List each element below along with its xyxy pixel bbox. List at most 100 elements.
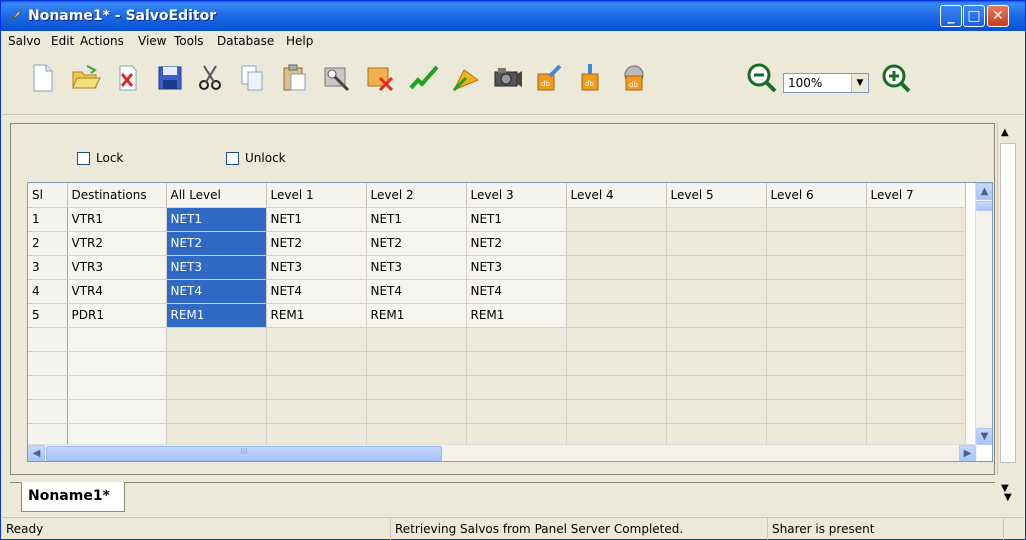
arrow-play-icon[interactable]: [448, 61, 484, 95]
table-row[interactable]: 1 VTR1 NET1 NET1 NET1 NET1: [28, 207, 966, 232]
grid-cell[interactable]: NET1: [366, 207, 467, 232]
row-number-cell[interactable]: 1: [28, 207, 68, 232]
column-header[interactable]: Level 1: [266, 183, 367, 208]
grid-cell[interactable]: [166, 375, 267, 400]
grid-cell[interactable]: [366, 375, 467, 400]
grid-cell[interactable]: REM1: [366, 303, 467, 328]
grid-cell[interactable]: [666, 327, 767, 352]
grid-cell[interactable]: [566, 207, 667, 232]
grid-cell[interactable]: NET3: [466, 255, 567, 280]
grid-cell[interactable]: [466, 327, 567, 352]
maximize-button[interactable]: □: [963, 5, 985, 27]
grid-cell[interactable]: VTR1: [67, 207, 167, 232]
grid-cell[interactable]: [366, 399, 467, 424]
paste-icon[interactable]: [276, 61, 312, 95]
copy-icon[interactable]: [234, 61, 270, 95]
grid-cell[interactable]: [566, 303, 667, 328]
grid-cell[interactable]: [866, 207, 966, 232]
grid-cell[interactable]: [266, 375, 367, 400]
grid-cell[interactable]: [766, 327, 867, 352]
zoom-in-icon[interactable]: [878, 61, 914, 95]
menu-salvo[interactable]: Salvo: [8, 34, 41, 48]
grid-cell[interactable]: [566, 231, 667, 256]
table-row[interactable]: [28, 327, 966, 352]
grid-cell[interactable]: NET2: [166, 231, 267, 256]
column-header[interactable]: Sl: [28, 183, 68, 208]
row-number-cell[interactable]: [28, 327, 68, 352]
grid-cell[interactable]: [566, 255, 667, 280]
grid-horizontal-scrollbar[interactable]: ◀ III ▶: [28, 444, 977, 461]
grid-cell[interactable]: [566, 327, 667, 352]
zoom-out-icon[interactable]: [744, 61, 780, 95]
panel-tool-icon[interactable]: [318, 61, 354, 95]
row-number-cell[interactable]: [28, 399, 68, 424]
table-row[interactable]: [28, 351, 966, 376]
minimize-button[interactable]: _: [940, 5, 962, 27]
scroll-left-icon[interactable]: ◀: [28, 445, 45, 461]
grid-cell[interactable]: NET4: [366, 279, 467, 304]
grid-cell[interactable]: [266, 399, 367, 424]
column-header[interactable]: Level 2: [366, 183, 467, 208]
db-import-icon[interactable]: db: [574, 61, 610, 95]
grid-cell[interactable]: [366, 351, 467, 376]
grid-cell[interactable]: [566, 279, 667, 304]
column-header[interactable]: Destinations: [67, 183, 167, 208]
grid-cell[interactable]: PDR1: [67, 303, 167, 328]
grid-cell[interactable]: [766, 207, 867, 232]
menu-database[interactable]: Database: [217, 34, 274, 48]
save-disk-icon[interactable]: [152, 61, 188, 95]
grid-cell[interactable]: [466, 375, 567, 400]
lock-checkbox[interactable]: Lock: [77, 151, 123, 165]
grid-cell[interactable]: REM1: [466, 303, 567, 328]
grid-cell[interactable]: REM1: [166, 303, 267, 328]
grid-cell[interactable]: [766, 303, 867, 328]
delete-panel-icon[interactable]: [362, 61, 398, 95]
menu-actions[interactable]: Actions: [80, 34, 124, 48]
new-file-icon[interactable]: [24, 61, 60, 95]
row-number-cell[interactable]: [28, 375, 68, 400]
grid-vertical-scrollbar[interactable]: ▲ ▼: [975, 183, 992, 445]
db-settings-icon[interactable]: db: [616, 61, 652, 95]
grid-cell[interactable]: VTR4: [67, 279, 167, 304]
row-number-cell[interactable]: 3: [28, 255, 68, 280]
grid-cell[interactable]: NET4: [466, 279, 567, 304]
outer-scroll-up-icon[interactable]: ▲: [1001, 127, 1009, 138]
column-header[interactable]: All Level: [166, 183, 267, 208]
title-bar[interactable]: Noname1* - SalvoEditor _ □ ✕: [1, 1, 1025, 31]
scroll-down-icon[interactable]: ▼: [976, 428, 992, 445]
grid-cell[interactable]: [266, 327, 367, 352]
grid-cell[interactable]: [866, 351, 966, 376]
grid-cell[interactable]: [666, 375, 767, 400]
grid-cell[interactable]: NET3: [166, 255, 267, 280]
grid-cell[interactable]: NET1: [466, 207, 567, 232]
grid-cell[interactable]: [666, 303, 767, 328]
menu-help[interactable]: Help: [286, 34, 313, 48]
table-row[interactable]: 5 PDR1 REM1 REM1 REM1 REM1: [28, 303, 966, 328]
grid-cell[interactable]: REM1: [266, 303, 367, 328]
grid-cell[interactable]: [566, 351, 667, 376]
zoom-select[interactable]: 100% ▼: [783, 73, 869, 93]
grid-cell[interactable]: [666, 399, 767, 424]
grid-cell[interactable]: NET4: [166, 279, 267, 304]
grid-cell[interactable]: [566, 399, 667, 424]
unlock-checkbox[interactable]: Unlock: [226, 151, 286, 165]
column-header[interactable]: Level 4: [566, 183, 667, 208]
table-row[interactable]: 3 VTR3 NET3 NET3 NET3 NET3: [28, 255, 966, 280]
menu-view[interactable]: View: [138, 34, 166, 48]
grid-cell[interactable]: [766, 279, 867, 304]
grid-cell[interactable]: [666, 207, 767, 232]
table-row[interactable]: 2 VTR2 NET2 NET2 NET2 NET2: [28, 231, 966, 256]
grid-cell[interactable]: [166, 327, 267, 352]
menu-edit[interactable]: Edit: [51, 34, 74, 48]
scroll-right-icon[interactable]: ▶: [959, 445, 976, 461]
grid-cell[interactable]: VTR2: [67, 231, 167, 256]
column-header[interactable]: Level 6: [766, 183, 867, 208]
grid-cell[interactable]: NET3: [366, 255, 467, 280]
column-header[interactable]: Level 3: [466, 183, 567, 208]
grid-cell[interactable]: NET2: [266, 231, 367, 256]
lock-checkbox-box[interactable]: [77, 151, 90, 165]
grid-cell[interactable]: [666, 255, 767, 280]
grid-cell[interactable]: [766, 255, 867, 280]
outer-vertical-scrollbar[interactable]: ▲ ▼: [997, 123, 1017, 494]
grid-cell[interactable]: [866, 255, 966, 280]
